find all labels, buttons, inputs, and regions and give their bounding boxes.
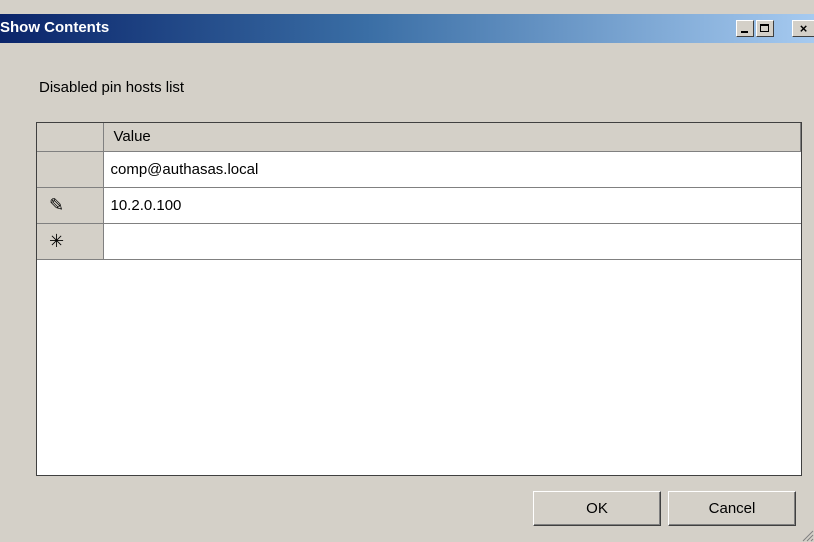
maximize-icon xyxy=(760,24,769,32)
window-title: Show Contents xyxy=(0,19,110,36)
title-bar[interactable]: Show Contents × xyxy=(0,14,814,43)
show-contents-dialog: Show Contents × Disabled pin hosts list … xyxy=(0,0,814,542)
maximize-button[interactable] xyxy=(756,20,774,37)
value-list-grid[interactable]: Value comp@authasas.local ✎ 10.2.0.100 ✳ xyxy=(36,122,802,476)
list-prompt-label: Disabled pin hosts list xyxy=(39,79,185,96)
new-row-asterisk-icon[interactable]: ✳ xyxy=(37,223,104,260)
cancel-button[interactable]: Cancel xyxy=(668,491,796,526)
new-value-cell[interactable] xyxy=(103,223,801,260)
edit-pencil-icon[interactable]: ✎ xyxy=(37,187,104,224)
grid-header-row: Value xyxy=(37,123,801,152)
grid-table: Value comp@authasas.local ✎ 10.2.0.100 ✳ xyxy=(37,123,801,260)
close-button[interactable]: × xyxy=(792,20,814,37)
table-row[interactable]: ✎ 10.2.0.100 xyxy=(37,187,801,224)
resize-grip-icon[interactable] xyxy=(800,528,814,542)
minimize-button[interactable] xyxy=(736,20,754,37)
row-selector[interactable] xyxy=(37,151,104,188)
close-icon: × xyxy=(799,21,808,36)
grid-corner-header[interactable] xyxy=(37,123,104,152)
table-row[interactable]: comp@authasas.local xyxy=(37,151,801,188)
value-cell[interactable]: comp@authasas.local xyxy=(103,151,801,188)
value-cell[interactable]: 10.2.0.100 xyxy=(103,187,801,224)
value-column-header[interactable]: Value xyxy=(103,123,801,152)
minimize-icon xyxy=(741,31,748,33)
new-row[interactable]: ✳ xyxy=(37,223,801,260)
ok-button[interactable]: OK xyxy=(533,491,661,526)
